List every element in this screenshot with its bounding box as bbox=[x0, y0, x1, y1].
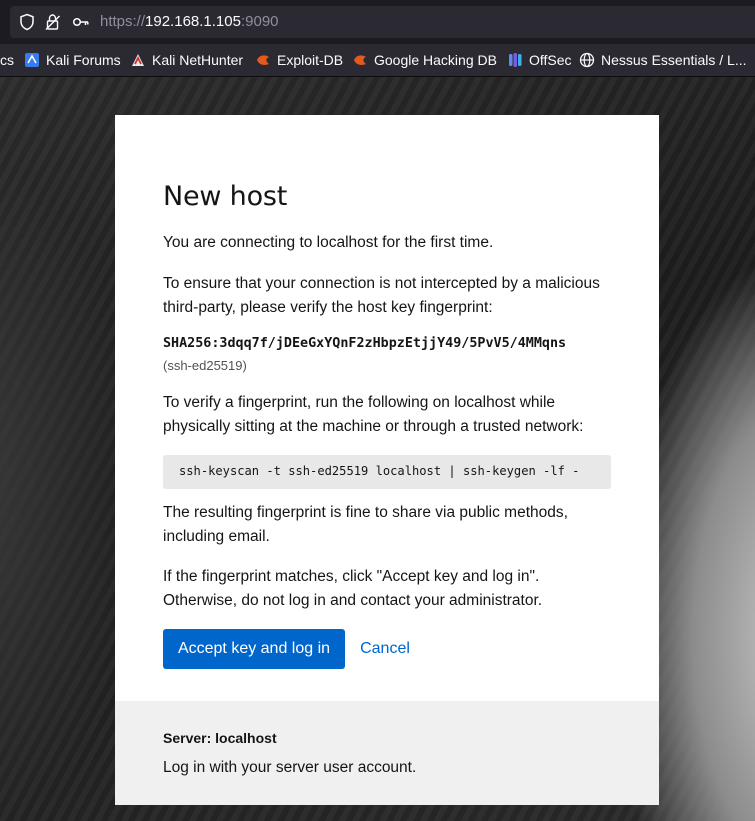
bookmark-offsec[interactable]: OffSec bbox=[507, 51, 572, 69]
bookmark-label: Kali Forums bbox=[46, 52, 121, 68]
browser-toolbar: https://192.168.1.105:9090 bbox=[0, 0, 755, 44]
shield-icon[interactable] bbox=[18, 13, 36, 31]
bookmark-label: Kali NetHunter bbox=[152, 52, 244, 68]
url-scheme: https:// bbox=[100, 13, 146, 30]
kali-nethunter-favicon bbox=[132, 54, 144, 66]
insecure-lock-icon[interactable] bbox=[44, 13, 62, 31]
bookmark-label: Google Hacking DB bbox=[374, 52, 497, 68]
verify-intro-text: To ensure that your connection is not in… bbox=[163, 275, 600, 316]
intro-text: You are connecting to localhost for the … bbox=[163, 234, 494, 251]
bookmark-google-hacking-db[interactable]: Google Hacking DB bbox=[352, 51, 497, 69]
bookmark-kali-nethunter[interactable]: Kali NetHunter bbox=[130, 51, 243, 69]
bookmark-label: Exploit-DB bbox=[277, 52, 344, 68]
bookmark-exploit-db[interactable]: Exploit-DB bbox=[255, 51, 343, 69]
host-key-fingerprint: SHA256:3dqq7f/jDEeGxYQnF2zHbpzEtjjY49/5P… bbox=[163, 336, 567, 351]
bookmark-label: Nessus Essentials / L... bbox=[601, 52, 747, 68]
bookmark-kali-forums[interactable]: Kali Forums bbox=[24, 51, 121, 69]
bookmarks-toolbar: cs Kali Forums Kali NetHunter Exploit-DB… bbox=[0, 44, 755, 77]
accept-key-button[interactable]: Accept key and log in bbox=[163, 629, 345, 669]
cancel-button[interactable]: Cancel bbox=[349, 629, 421, 669]
bookmark-nessus-essentials[interactable]: Nessus Essentials / L... bbox=[579, 51, 747, 69]
kali-forums-favicon bbox=[25, 53, 39, 67]
url-port: :9090 bbox=[240, 13, 279, 30]
verify-command: ssh-keyscan -t ssh-ed25519 localhost | s… bbox=[179, 464, 580, 478]
new-host-dialog: New host You are connecting to localhost… bbox=[115, 115, 659, 805]
bookmark-docs[interactable]: cs bbox=[0, 51, 14, 69]
url-bar[interactable]: https://192.168.1.105:9090 bbox=[10, 6, 755, 38]
google-hacking-db-favicon bbox=[354, 55, 366, 65]
match-instructions-text: If the fingerprint matches, click "Accep… bbox=[163, 568, 543, 609]
globe-icon bbox=[579, 52, 595, 68]
host-key-type: (ssh-ed25519) bbox=[163, 358, 247, 373]
exploit-db-favicon bbox=[257, 55, 269, 65]
server-label: Server: localhost bbox=[163, 730, 277, 746]
bookmark-label: OffSec bbox=[529, 52, 572, 68]
url-host: 192.168.1.105 bbox=[145, 13, 241, 30]
login-hint-text: Log in with your server user account. bbox=[163, 759, 417, 776]
verify-command-box[interactable]: ssh-keyscan -t ssh-ed25519 localhost | s… bbox=[163, 455, 611, 489]
key-icon[interactable] bbox=[72, 13, 90, 31]
dialog-footer: Server: localhost Log in with your serve… bbox=[115, 701, 659, 805]
dialog-title: New host bbox=[163, 181, 288, 212]
verify-instructions-text: To verify a fingerprint, run the followi… bbox=[163, 394, 584, 435]
offsec-favicon bbox=[509, 53, 522, 67]
bookmark-label: cs bbox=[0, 52, 14, 68]
share-info-text: The resulting fingerprint is fine to sha… bbox=[163, 504, 568, 545]
url-text[interactable]: https://192.168.1.105:9090 bbox=[100, 13, 279, 31]
